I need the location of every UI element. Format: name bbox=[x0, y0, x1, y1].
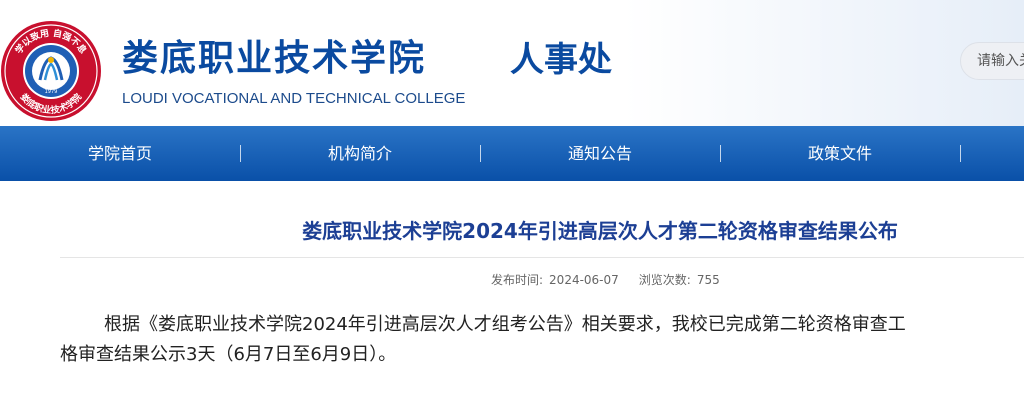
article-meta: 发布时间: 2024-06-07 浏览次数: 755 bbox=[491, 271, 726, 289]
article-title: 娄底职业技术学院2024年引进高层次人才第二轮资格审查结果公布 bbox=[302, 219, 898, 243]
article-body: 根据《娄底职业技术学院2024年引进高层次人才组考公告》相关要求，我校已完成第二… bbox=[60, 310, 1024, 370]
views-label: 浏览次数: bbox=[638, 273, 691, 287]
publish-date: 2024-06-07 bbox=[549, 273, 619, 287]
article: 娄底职业技术学院2024年引进高层次人才第二轮资格审查结果公布 发布时间: 202… bbox=[0, 0, 1024, 400]
body-paragraph-line: 根据《娄底职业技术学院2024年引进高层次人才组考公告》相关要求，我校已完成第二… bbox=[104, 314, 906, 335]
publish-date-label: 发布时间: bbox=[491, 273, 544, 287]
body-paragraph-line: 格审查结果公示3天（6月7日至6月9日）。 bbox=[60, 344, 397, 365]
title-divider bbox=[60, 257, 1024, 258]
views-count: 755 bbox=[696, 273, 720, 287]
